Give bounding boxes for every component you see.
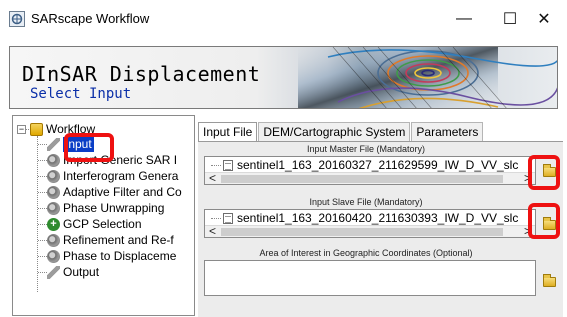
- slave-file-label: Input Slave File (Mandatory): [309, 197, 423, 207]
- title-bar: SARscape Workflow — ☐ ✕: [0, 0, 567, 38]
- minimize-button[interactable]: —: [441, 5, 487, 33]
- gear-icon: [47, 201, 60, 215]
- tree-connector: [211, 165, 221, 166]
- tree-connector: [38, 240, 47, 241]
- window-title: SARscape Workflow: [31, 11, 150, 26]
- tab-dem-cartographic-system[interactable]: DEM/Cartographic System: [258, 122, 411, 141]
- folder-icon: [30, 122, 43, 136]
- tree-connector: [38, 224, 47, 225]
- tree-item-label: Refinement and Re-f: [63, 233, 174, 247]
- tree-item-label: Adaptive Filter and Co: [63, 185, 182, 199]
- tree-connector: [38, 272, 47, 273]
- scroll-left-icon[interactable]: <: [209, 224, 216, 237]
- maximize-icon: ☐: [502, 11, 518, 28]
- tree-item-label: Output: [63, 265, 100, 279]
- tree-connector: [211, 218, 221, 219]
- tree-connector: [38, 208, 47, 209]
- slave-horizontal-scrollbar[interactable]: < >: [205, 224, 535, 237]
- minimize-icon: —: [456, 10, 472, 27]
- pencil-icon: [47, 265, 60, 279]
- tab-parameters[interactable]: Parameters: [411, 122, 484, 141]
- tree-connector: [38, 176, 47, 177]
- tree-item-adaptive-filter[interactable]: Adaptive Filter and Co: [47, 184, 182, 200]
- tree-connector: [38, 160, 47, 161]
- tree-item-label: Phase to Displaceme: [63, 249, 177, 263]
- close-button[interactable]: ✕: [521, 5, 567, 33]
- annotation-highlight-master-browse: [528, 155, 560, 190]
- slave-file-value: sentinel1_163_20160420_211630393_IW_D_VV…: [237, 211, 519, 225]
- gear-icon: [47, 233, 60, 247]
- tree-item-gcp-selection[interactable]: + GCP Selection: [47, 216, 142, 232]
- open-folder-icon: [542, 274, 556, 287]
- master-file-list[interactable]: sentinel1_163_20160327_211629599_IW_D_VV…: [204, 156, 536, 185]
- tree-item-refinement[interactable]: Refinement and Re-f: [47, 232, 174, 248]
- pencil-icon: [47, 137, 60, 151]
- tree-item-phase-to-displacement[interactable]: Phase to Displaceme: [47, 248, 176, 264]
- tree-item-label: GCP Selection: [63, 217, 142, 231]
- tab-content: Input Master File (Mandatory) sentinel1_…: [198, 141, 563, 317]
- header-banner: DInSAR Displacement Select Input: [9, 46, 558, 109]
- interferogram-image: [298, 47, 557, 108]
- master-file-label: Input Master File (Mandatory): [306, 144, 426, 154]
- close-icon: ✕: [537, 11, 551, 28]
- tree-item-phase-unwrapping[interactable]: Phase Unwrapping: [47, 200, 164, 216]
- tab-input-file[interactable]: Input File: [198, 122, 258, 142]
- scrollbar-thumb[interactable]: [221, 228, 503, 236]
- plus-icon: +: [47, 217, 60, 231]
- tree-item-interferogram[interactable]: Interferogram Genera: [47, 168, 178, 184]
- scrollbar-thumb[interactable]: [221, 175, 503, 183]
- file-icon: [223, 212, 233, 224]
- slave-file-list[interactable]: sentinel1_163_20160420_211630393_IW_D_VV…: [204, 209, 536, 238]
- gear-icon: [47, 249, 60, 263]
- collapse-toggle[interactable]: −: [17, 125, 26, 134]
- aoi-file-list[interactable]: [204, 260, 536, 296]
- master-horizontal-scrollbar[interactable]: < >: [205, 171, 535, 184]
- tree-connector: [38, 256, 47, 257]
- file-icon: [223, 159, 233, 171]
- tree-connector: [38, 192, 47, 193]
- annotation-highlight-slave-browse: [528, 203, 560, 239]
- tree-item-label: Interferogram Genera: [63, 169, 179, 183]
- app-icon: [9, 11, 25, 27]
- gear-icon: [47, 185, 60, 199]
- banner-title: DInSAR Displacement: [22, 62, 261, 86]
- input-panel: Input File DEM/Cartographic System Param…: [198, 115, 563, 317]
- tree-connector: [38, 144, 47, 145]
- slave-file-item[interactable]: sentinel1_163_20160420_211630393_IW_D_VV…: [223, 211, 518, 225]
- tab-bar: Input File DEM/Cartographic System Param…: [198, 122, 484, 142]
- gear-icon: [47, 169, 60, 183]
- tree-item-output[interactable]: Output: [47, 264, 99, 280]
- banner-subtitle: Select Input: [30, 86, 132, 102]
- annotation-highlight-input: [64, 133, 114, 162]
- master-file-value: sentinel1_163_20160327_211629599_IW_D_VV…: [237, 158, 519, 172]
- tree-item-label: Phase Unwrapping: [63, 201, 165, 215]
- gear-icon: [47, 153, 60, 167]
- master-file-item[interactable]: sentinel1_163_20160327_211629599_IW_D_VV…: [223, 158, 518, 172]
- aoi-label: Area of Interest in Geographic Coordinat…: [259, 248, 473, 258]
- scroll-left-icon[interactable]: <: [209, 171, 216, 184]
- browse-aoi-button[interactable]: [539, 272, 559, 292]
